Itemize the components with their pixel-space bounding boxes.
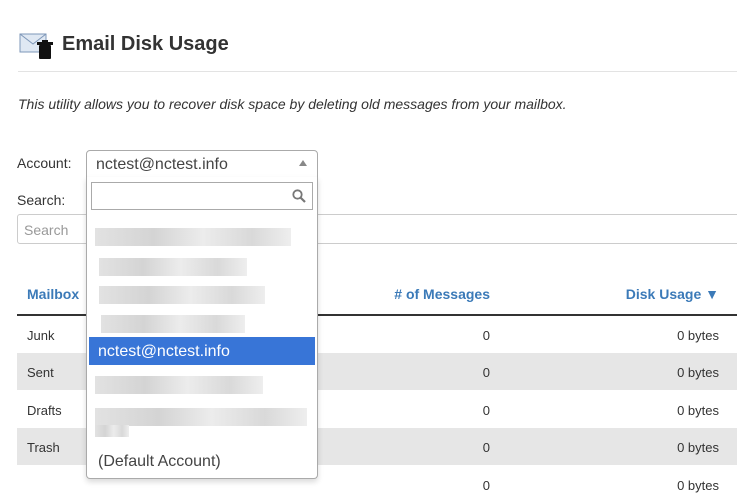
dropdown-option-redacted[interactable] <box>89 279 315 307</box>
redacted-text <box>99 286 265 304</box>
column-header-mailbox[interactable]: Mailbox <box>27 286 79 302</box>
row-messages: 0 <box>482 365 490 380</box>
dropdown-option-redacted[interactable] <box>89 369 315 397</box>
redacted-text <box>101 315 245 333</box>
page-description: This utility allows you to recover disk … <box>18 96 567 112</box>
account-dropdown: nctest@nctest.info (Default Account) <box>86 177 318 479</box>
row-disk-usage: 0 bytes <box>677 478 719 493</box>
redacted-text <box>99 258 247 276</box>
dropdown-search-input[interactable] <box>91 182 313 210</box>
row-messages: 0 <box>482 440 490 455</box>
dropdown-option-selected[interactable]: nctest@nctest.info <box>89 337 315 365</box>
account-label: Account: <box>17 155 72 171</box>
dropdown-option-redacted[interactable] <box>89 251 315 279</box>
redacted-text <box>95 425 129 437</box>
row-mailbox[interactable]: Trash <box>27 440 60 455</box>
column-header-messages[interactable]: # of Messages <box>394 286 490 302</box>
search-label: Search: <box>17 192 66 208</box>
row-messages: 0 <box>482 328 490 343</box>
chevron-up-icon <box>299 160 307 166</box>
option-label: nctest@nctest.info <box>98 343 230 360</box>
row-disk-usage: 0 bytes <box>677 403 719 418</box>
row-messages: 0 <box>482 478 490 493</box>
row-mailbox[interactable]: Junk <box>27 328 54 343</box>
row-disk-usage: 0 bytes <box>677 328 719 343</box>
account-selected-value: nctest@nctest.info <box>96 156 228 173</box>
page-header: Email Disk Usage <box>18 24 229 64</box>
redacted-text <box>95 408 307 426</box>
row-disk-usage: 0 bytes <box>677 365 719 380</box>
dropdown-option-redacted[interactable] <box>89 308 315 336</box>
row-mailbox[interactable]: Drafts <box>27 403 62 418</box>
page-title: Email Disk Usage <box>62 32 229 55</box>
redacted-text <box>95 228 291 246</box>
option-label: (Default Account) <box>98 453 221 470</box>
column-header-disk-usage[interactable]: Disk Usage ▼ <box>626 286 719 302</box>
redacted-text <box>95 376 263 394</box>
dropdown-option-redacted[interactable] <box>89 221 315 249</box>
dropdown-option-default-account[interactable]: (Default Account) <box>89 447 315 475</box>
header-divider <box>18 71 737 72</box>
search-icon <box>292 189 306 208</box>
row-disk-usage: 0 bytes <box>677 440 719 455</box>
row-mailbox[interactable]: Sent <box>27 365 54 380</box>
email-trash-icon <box>18 25 56 63</box>
dropdown-option-redacted[interactable] <box>89 401 315 441</box>
account-select[interactable]: nctest@nctest.info <box>86 150 318 178</box>
row-messages: 0 <box>482 403 490 418</box>
search-placeholder: Search <box>24 222 69 238</box>
